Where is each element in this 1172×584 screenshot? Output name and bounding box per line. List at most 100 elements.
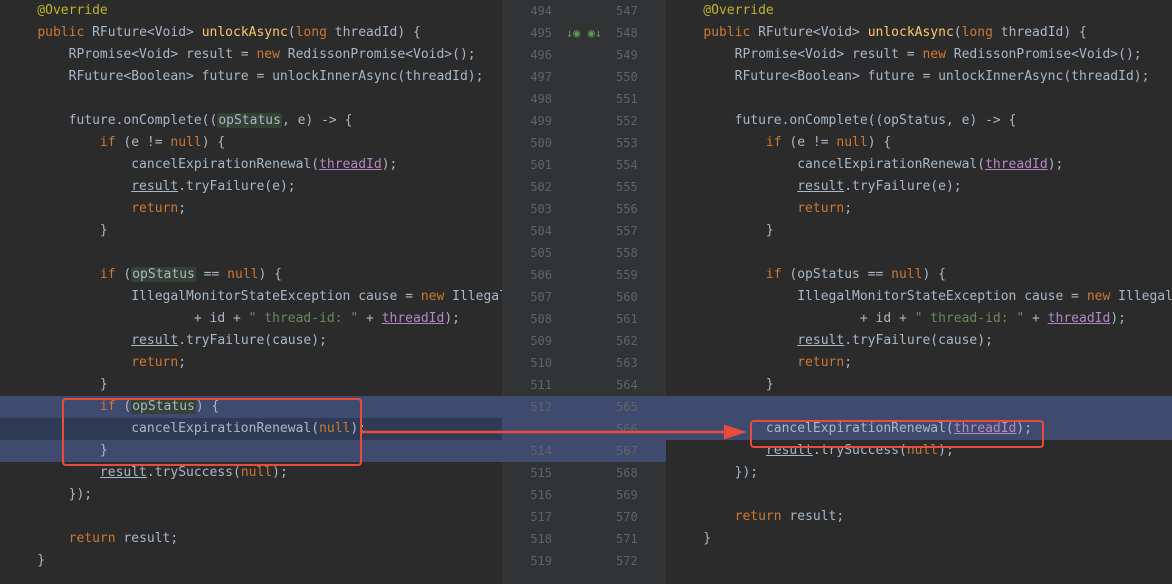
- code-line[interactable]: [666, 550, 1172, 572]
- gutter-row[interactable]: 508561: [502, 308, 666, 330]
- gutter-row[interactable]: 510563: [502, 352, 666, 374]
- code-token: );: [272, 465, 288, 480]
- code-line[interactable]: return;: [0, 198, 502, 220]
- gutter-row[interactable]: 511564: [502, 374, 666, 396]
- right-code-pane[interactable]: @Override public RFuture<Void> unlockAsy…: [666, 0, 1172, 584]
- gutter-row[interactable]: 518571: [502, 528, 666, 550]
- code-line[interactable]: @Override: [666, 0, 1172, 22]
- code-line[interactable]: }: [666, 220, 1172, 242]
- code-line[interactable]: future.onComplete((opStatus, e) -> {: [0, 110, 502, 132]
- code-line[interactable]: result.tryFailure(cause);: [666, 330, 1172, 352]
- code-line[interactable]: RPromise<Void> result = new RedissonProm…: [666, 44, 1172, 66]
- code-line[interactable]: }: [0, 440, 502, 462]
- code-line[interactable]: result.trySuccess(null);: [0, 462, 502, 484]
- code-line[interactable]: @Override: [0, 0, 502, 22]
- code-line[interactable]: if (opStatus == null) {: [0, 264, 502, 286]
- code-line[interactable]: cancelExpirationRenewal(null);: [0, 418, 502, 440]
- code-line[interactable]: [666, 242, 1172, 264]
- gutter-row[interactable]: 505 558: [502, 242, 666, 264]
- code-line[interactable]: }: [666, 528, 1172, 550]
- code-token: result: [797, 179, 844, 194]
- code-line[interactable]: public RFuture<Void> unlockAsync(long th…: [666, 22, 1172, 44]
- gutter-row[interactable]: 504557: [502, 220, 666, 242]
- gutter-row[interactable]: 507560: [502, 286, 666, 308]
- gutter-row[interactable]: 519572: [502, 550, 666, 572]
- code-token: IllegalMonitorStateException cause =: [672, 289, 1087, 304]
- code-line[interactable]: public RFuture<Void> unlockAsync(long th…: [0, 22, 502, 44]
- code-line[interactable]: IllegalMonitorStateException cause = new…: [666, 286, 1172, 308]
- gutter-row[interactable]: 494547: [502, 0, 666, 22]
- code-line[interactable]: [666, 572, 1172, 584]
- code-token: cancelExpirationRenewal(: [6, 421, 319, 436]
- gutter-row[interactable]: 496549: [502, 44, 666, 66]
- code-line[interactable]: RFuture<Boolean> future = unlockInnerAsy…: [0, 66, 502, 88]
- code-line[interactable]: [0, 506, 502, 528]
- code-line[interactable]: return;: [666, 198, 1172, 220]
- code-line[interactable]: IllegalMonitorStateException cause = new…: [0, 286, 502, 308]
- code-line[interactable]: result.tryFailure(e);: [0, 176, 502, 198]
- code-line[interactable]: }: [0, 550, 502, 572]
- code-line[interactable]: cancelExpirationRenewal(threadId);: [666, 418, 1172, 440]
- code-token: [672, 509, 735, 524]
- gutter-row[interactable]: [502, 572, 666, 584]
- gutter-row[interactable]: 497550: [502, 66, 666, 88]
- gutter-row[interactable]: 512565: [502, 396, 666, 418]
- code-line[interactable]: }: [0, 220, 502, 242]
- code-line[interactable]: return;: [0, 352, 502, 374]
- code-line[interactable]: [666, 396, 1172, 418]
- gutter-row[interactable]: 501554: [502, 154, 666, 176]
- gutter-row[interactable]: 495↓◉ ◉↓548: [502, 22, 666, 44]
- gutter-row[interactable]: 503556: [502, 198, 666, 220]
- gutter-row[interactable]: 509562: [502, 330, 666, 352]
- code-line[interactable]: if (e != null) {: [666, 132, 1172, 154]
- line-number-left: 505: [512, 242, 552, 264]
- left-code-pane[interactable]: @Override public RFuture<Void> unlockAsy…: [0, 0, 502, 584]
- code-line[interactable]: if (opStatus) {: [0, 396, 502, 418]
- code-line[interactable]: });: [666, 462, 1172, 484]
- gutter-row[interactable]: 498551: [502, 88, 666, 110]
- code-line[interactable]: RPromise<Void> result = new RedissonProm…: [0, 44, 502, 66]
- code-token: .tryFailure(cause);: [844, 333, 993, 348]
- code-line[interactable]: [666, 484, 1172, 506]
- gutter-row[interactable]: 566: [502, 418, 666, 440]
- code-line[interactable]: + id + " thread-id: " + threadId);: [0, 308, 502, 330]
- gutter-row[interactable]: 499552: [502, 110, 666, 132]
- code-token: }: [6, 553, 45, 568]
- code-line[interactable]: });: [0, 484, 502, 506]
- code-line[interactable]: [0, 242, 502, 264]
- code-line[interactable]: RFuture<Boolean> future = unlockInnerAsy…: [666, 66, 1172, 88]
- code-line[interactable]: if (e != null) {: [0, 132, 502, 154]
- code-token: (e !=: [782, 135, 837, 150]
- line-number-right: 558: [616, 242, 656, 264]
- gutter-row[interactable]: 517570: [502, 506, 666, 528]
- code-line[interactable]: result.tryFailure(e);: [666, 176, 1172, 198]
- gutter-row[interactable]: 506559: [502, 264, 666, 286]
- line-number-left: 507: [512, 286, 552, 308]
- gutter-row[interactable]: 514567: [502, 440, 666, 462]
- gutter-row[interactable]: 515568: [502, 462, 666, 484]
- code-line[interactable]: }: [666, 374, 1172, 396]
- code-line[interactable]: + id + " thread-id: " + threadId);: [666, 308, 1172, 330]
- gutter-row[interactable]: 516569: [502, 484, 666, 506]
- gutter-row[interactable]: 500553: [502, 132, 666, 154]
- code-line[interactable]: [0, 88, 502, 110]
- code-line[interactable]: return result;: [666, 506, 1172, 528]
- code-line[interactable]: cancelExpirationRenewal(threadId);: [0, 154, 502, 176]
- code-token: }: [672, 377, 774, 392]
- code-line[interactable]: [0, 572, 502, 584]
- code-line[interactable]: cancelExpirationRenewal(threadId);: [666, 154, 1172, 176]
- code-line[interactable]: return;: [666, 352, 1172, 374]
- line-number-gutter[interactable]: 494547495↓◉ ◉↓54849654949755049855149955…: [502, 0, 666, 584]
- code-line[interactable]: result.tryFailure(cause);: [0, 330, 502, 352]
- code-line[interactable]: [666, 88, 1172, 110]
- line-number-right: 566: [616, 418, 656, 440]
- code-line[interactable]: result.trySuccess(null);: [666, 440, 1172, 462]
- code-line[interactable]: }: [0, 374, 502, 396]
- code-line[interactable]: if (opStatus == null) {: [666, 264, 1172, 286]
- gutter-row[interactable]: 502555: [502, 176, 666, 198]
- line-number-right: 567: [616, 440, 656, 462]
- code-token: RPromise<Void> result =: [672, 47, 922, 62]
- code-line[interactable]: return result;: [0, 528, 502, 550]
- line-number-right: 557: [616, 220, 656, 242]
- code-line[interactable]: future.onComplete((opStatus, e) -> {: [666, 110, 1172, 132]
